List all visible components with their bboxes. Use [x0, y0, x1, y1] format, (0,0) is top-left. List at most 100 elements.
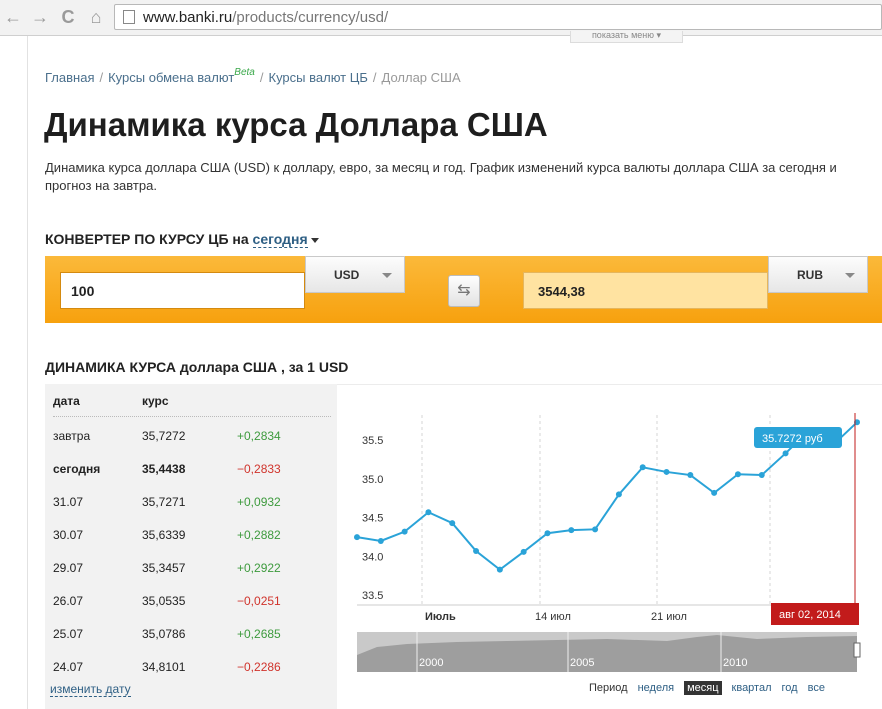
row-rate: 35,7272	[142, 429, 186, 443]
rates-table: дата курс завтра 35,7272 +0,2834 сегодня 35,…	[45, 384, 337, 709]
period-option[interactable]: все	[808, 682, 825, 694]
data-point	[401, 528, 408, 535]
swap-icon: ⇆	[457, 282, 471, 299]
data-point	[473, 548, 480, 555]
data-point	[449, 520, 456, 527]
row-change: +0,2882	[237, 528, 281, 542]
data-point	[544, 530, 551, 537]
browser-toolbar: ← → C ⌂ www.banki.ru/products/currency/u…	[0, 0, 882, 36]
row-change: +0,0932	[237, 495, 281, 509]
x-tick-label: 21 июл	[651, 611, 687, 623]
period-selector: Период неделя месяц квартал год все	[589, 681, 845, 695]
change-date-link[interactable]: изменить дату	[50, 682, 131, 697]
row-change: +0,2922	[237, 561, 281, 575]
period-label: Период	[589, 682, 628, 694]
converter-bar: 100 USD ⇆ 3544,38 RUB	[45, 256, 882, 323]
row-date: 25.07	[53, 627, 84, 641]
breadcrumb: Главная / Курсы обмена валютBeta / Курсы вал…	[45, 67, 461, 85]
converter-date-link[interactable]: сегодня	[252, 231, 308, 248]
page-title: Динамика курса Доллара США	[44, 106, 548, 143]
navigator-handle	[853, 642, 861, 658]
row-date: 26.07	[53, 594, 84, 608]
row-change: −0,0251	[237, 594, 281, 608]
row-change: −0,2286	[237, 660, 281, 674]
breadcrumb-separator: /	[259, 70, 264, 85]
navigator-label: 2000	[419, 657, 443, 669]
to-currency-value: RUB	[797, 268, 823, 282]
url-text[interactable]: www.banki.ru/products/currency/usd/	[143, 9, 388, 26]
data-point	[592, 526, 599, 533]
breadcrumb-cb[interactable]: Курсы валют ЦБ	[269, 70, 368, 85]
reload-icon[interactable]: C	[58, 7, 78, 27]
data-point	[568, 527, 575, 534]
y-tick-label: 34.0	[362, 551, 383, 563]
swap-currencies-button[interactable]: ⇆	[448, 275, 480, 307]
from-currency-value: USD	[334, 268, 360, 282]
page-description: Динамика курса доллара США (USD) к долла…	[45, 160, 837, 193]
table-row: 31.07 35,7271 +0,0932	[53, 495, 331, 528]
row-date: 31.07	[53, 495, 84, 509]
period-option[interactable]: квартал	[732, 682, 772, 694]
y-tick-label: 35.5	[362, 435, 383, 447]
forward-icon[interactable]: →	[30, 7, 50, 27]
from-currency-select[interactable]: USD	[305, 256, 405, 293]
row-rate: 35,4438	[142, 462, 186, 476]
row-date: 30.07	[53, 528, 84, 542]
to-currency-select[interactable]: RUB	[768, 256, 868, 293]
row-date: 24.07	[53, 660, 84, 674]
table-row: 25.07 35,0786 +0,2685	[53, 627, 331, 660]
period-options: неделя месяц квартал год все	[638, 681, 835, 695]
tooltip-label: 35.7272 руб	[762, 433, 823, 445]
page-icon	[123, 10, 135, 24]
converter-heading: КОНВЕРТЕР ПО КУРСУ ЦБ на сегодня	[45, 231, 319, 248]
y-tick-label: 33.5	[362, 590, 383, 602]
data-point	[425, 509, 432, 516]
row-rate: 35,0786	[142, 627, 186, 641]
row-date: 29.07	[53, 561, 84, 575]
data-point	[496, 566, 503, 573]
chart-svg: 33.5 34.0 34.5 35.0 35.5 Июль 14 июл 21 июл 35.7…	[354, 413, 861, 672]
breadcrumb-home[interactable]: Главная	[45, 70, 94, 85]
row-rate: 35,6339	[142, 528, 186, 542]
breadcrumb-current: Доллар США	[381, 70, 461, 85]
chevron-down-icon[interactable]	[310, 237, 319, 243]
row-change: −0,2833	[237, 462, 281, 476]
period-option[interactable]: год	[782, 682, 798, 694]
amount-input[interactable]: 100	[60, 272, 305, 309]
home-icon[interactable]: ⌂	[86, 7, 106, 27]
beta-badge: Beta	[234, 67, 255, 78]
row-date: сегодня	[53, 462, 101, 476]
period-option[interactable]: месяц	[684, 681, 722, 695]
header-rate: курс	[142, 394, 169, 408]
data-point	[663, 468, 670, 475]
x-tick-label: Июль	[425, 611, 456, 623]
header-date: дата	[53, 394, 80, 408]
data-point	[615, 491, 622, 498]
data-point	[520, 548, 527, 555]
breadcrumb-separator: /	[372, 70, 377, 85]
breadcrumb-exchange[interactable]: Курсы обмена валют	[108, 70, 234, 85]
dynamics-heading: ДИНАМИКА КУРСА доллара США , за 1 USD	[45, 359, 349, 375]
period-option[interactable]: неделя	[638, 682, 675, 694]
converter-heading-text: КОНВЕРТЕР ПО КУРСУ ЦБ на	[45, 231, 249, 247]
table-row: 26.07 35,0535 −0,0251	[53, 594, 331, 627]
data-point	[734, 471, 741, 478]
data-point	[758, 472, 765, 479]
row-rate: 34,8101	[142, 660, 186, 674]
result-field[interactable]: 3544,38	[523, 272, 768, 309]
y-tick-label: 34.5	[362, 513, 383, 525]
address-bar[interactable]: www.banki.ru/products/currency/usd/	[114, 4, 882, 30]
back-icon[interactable]: ←	[3, 7, 23, 27]
url-host: www.banki.ru	[143, 9, 233, 26]
rate-chart: 33.5 34.0 34.5 35.0 35.5 Июль 14 июл 21 июл 35.7…	[337, 384, 882, 709]
data-point	[687, 472, 694, 479]
row-date: завтра	[53, 429, 91, 443]
row-rate: 35,0535	[142, 594, 186, 608]
data-point	[377, 537, 384, 544]
breadcrumb-separator: /	[99, 70, 104, 85]
y-tick-label: 35.0	[362, 474, 383, 486]
table-header: дата курс	[53, 394, 331, 417]
table-row: сегодня 35,4438 −0,2833	[53, 462, 331, 495]
data-point	[354, 534, 360, 541]
row-rate: 35,7271	[142, 495, 186, 509]
